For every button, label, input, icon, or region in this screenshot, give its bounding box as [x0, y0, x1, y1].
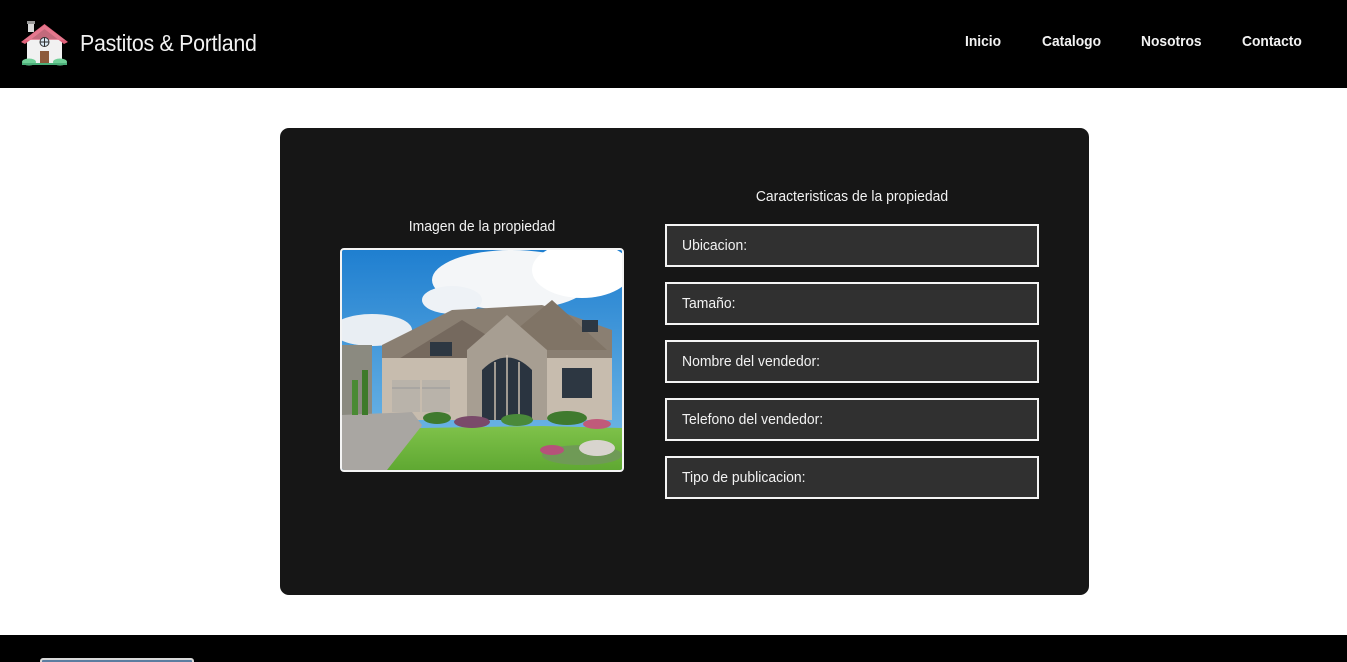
nav-link-catalogo[interactable]: Catalogo — [1042, 33, 1101, 50]
field-telefono-vendedor: Telefono del vendedor: — [665, 398, 1039, 441]
nav-link-nosotros[interactable]: Nosotros — [1141, 33, 1202, 50]
features-section-title: Caracteristicas de la propiedad — [755, 188, 949, 205]
field-tipo-publicacion-label: Tipo de publicacion: — [682, 469, 806, 486]
nav-link-contacto[interactable]: Contacto — [1242, 33, 1302, 50]
field-telefono-vendedor-label: Telefono del vendedor: — [682, 411, 824, 428]
property-image — [340, 248, 624, 472]
field-tipo-publicacion: Tipo de publicacion: — [665, 456, 1039, 499]
image-section-title: Imagen de la propiedad — [408, 218, 556, 235]
footer — [0, 635, 1347, 662]
property-card: Imagen de la propiedad Caracteristicas d… — [280, 128, 1089, 595]
field-tamano-label: Tamaño: — [682, 295, 736, 312]
house-logo-icon — [21, 21, 68, 66]
footer-image — [40, 658, 194, 662]
field-ubicacion-label: Ubicacion: — [682, 237, 748, 254]
brand-name: Pastitos & Portland — [80, 29, 257, 56]
field-nombre-vendedor-label: Nombre del vendedor: — [682, 353, 821, 370]
field-ubicacion: Ubicacion: — [665, 224, 1039, 267]
brand-home-link[interactable]: Pastitos & Portland — [20, 20, 270, 66]
nav-link-inicio[interactable]: Inicio — [965, 33, 1001, 50]
field-nombre-vendedor: Nombre del vendedor: — [665, 340, 1039, 383]
field-tamano: Tamaño: — [665, 282, 1039, 325]
navbar: Pastitos & Portland Inicio Catalogo Noso… — [0, 0, 1347, 88]
